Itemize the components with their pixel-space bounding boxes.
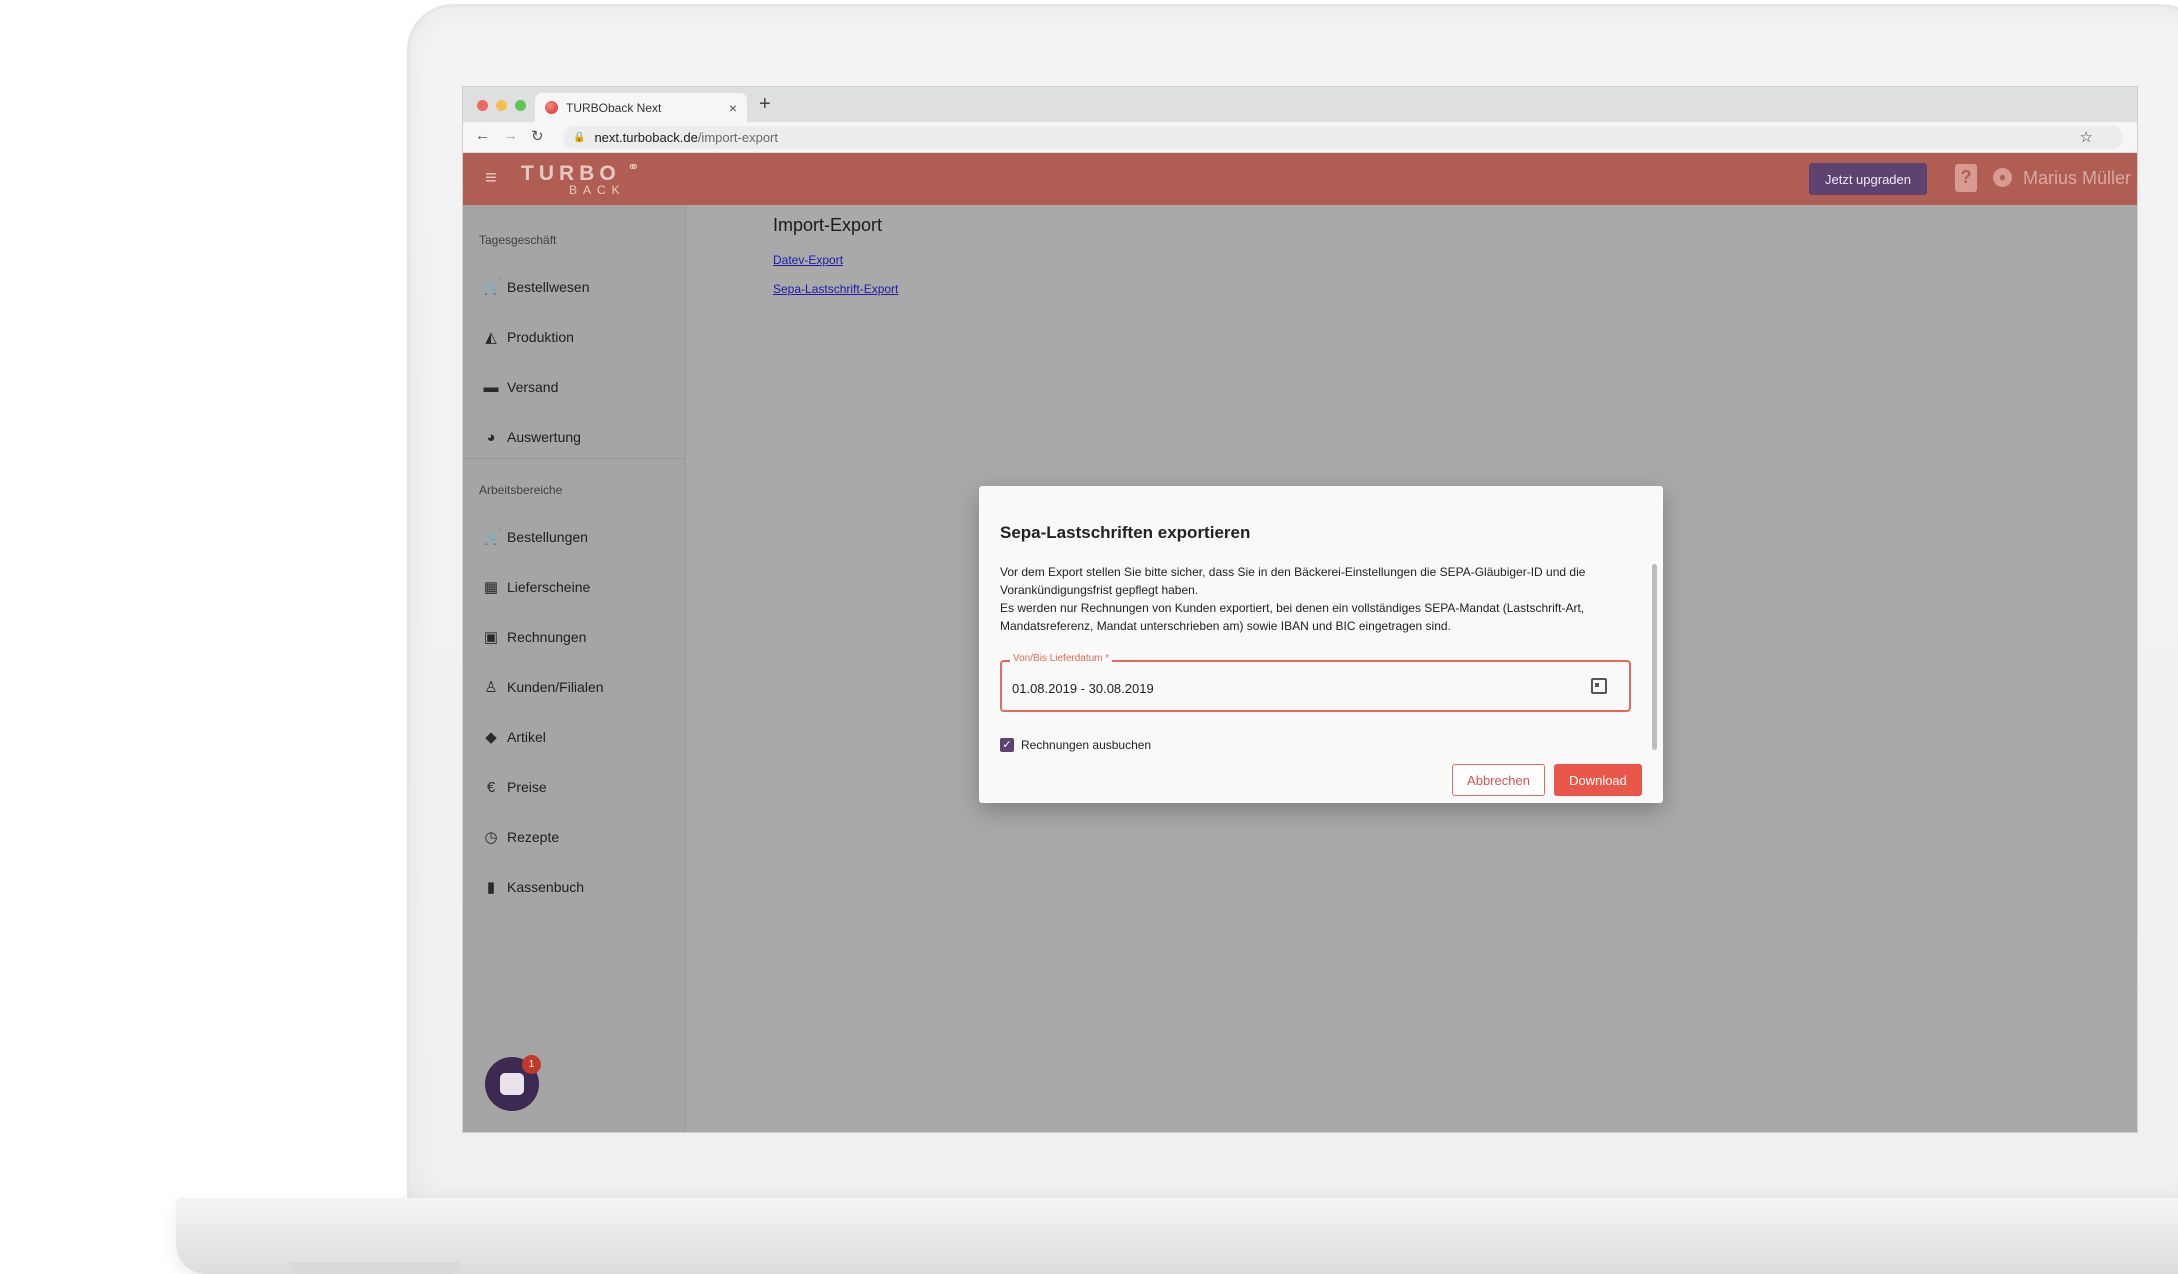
person-icon: ♙ [484, 679, 498, 696]
lock-icon: 🔒 [573, 132, 586, 143]
new-tab-button[interactable]: + [759, 93, 771, 116]
cart-icon: 🛒 [483, 529, 502, 546]
sidebar-item-label: Rezepte [507, 829, 560, 845]
user-name[interactable]: Marius Müller [2023, 168, 2131, 189]
sidebar-item-bestellwesen[interactable]: 🛒 Bestellwesen [483, 276, 590, 298]
browser-tab[interactable]: TURBOback Next × [535, 93, 747, 122]
calendar-icon: ▦ [483, 579, 499, 596]
menu-icon[interactable]: ≡ [485, 167, 497, 190]
tab-close-icon[interactable]: × [729, 100, 737, 116]
dialog-text-2: Es werden nur Rechnungen von Kunden expo… [1000, 601, 1585, 633]
sidebar-item-label: Lieferscheine [507, 579, 591, 595]
bookmark-star-icon[interactable]: ☆ [2080, 128, 2093, 146]
sidebar-item-label: Kassenbuch [507, 879, 585, 895]
stage: TURBOback Next × + ← → ↻ 🔒 next.turbobac… [0, 0, 2178, 1274]
wallet-icon: ▣ [483, 629, 499, 646]
address-toolbar: ← → ↻ 🔒 next.turboback.de/import-export … [463, 122, 2137, 153]
delivery-date-range-field[interactable]: Von/Bis Lieferdatum * 01.08.2019 - 30.08… [1000, 653, 1631, 712]
chat-launcher-button[interactable]: 1 [485, 1055, 541, 1111]
sidebar-item-kassenbuch[interactable]: ▮ Kassenbuch [483, 876, 584, 898]
sidebar-item-label: Bestellwesen [507, 279, 590, 295]
sidebar-item-label: Kunden/Filialen [507, 679, 604, 695]
sidebar-item-label: Artikel [507, 729, 546, 745]
back-arrow-icon[interactable]: ← [475, 127, 490, 144]
date-range-input[interactable]: 01.08.2019 - 30.08.2019 [1012, 681, 1154, 696]
sidebar-item-lieferscheine[interactable]: ▦ Lieferscheine [483, 576, 590, 598]
book-icon: ▮ [486, 879, 496, 896]
sidebar-item-auswertung[interactable]: ◕ Auswertung [483, 426, 581, 448]
dialog-scrollbar[interactable] [1652, 564, 1657, 750]
favicon-icon [545, 101, 558, 114]
pie-chart-icon: ◕ [486, 428, 496, 446]
book-invoices-checkbox[interactable]: ✓ [1000, 738, 1014, 752]
sidebar-item-label: Auswertung [507, 429, 581, 445]
window-controls [477, 100, 526, 111]
url-path: /import-export [697, 130, 779, 145]
close-window-button[interactable] [477, 100, 488, 111]
sidebar-section-label: Arbeitsbereiche [479, 483, 563, 497]
tag-icon: ◆ [485, 729, 497, 746]
upgrade-button[interactable]: Jetzt upgraden [1809, 163, 1927, 195]
field-label: Von/Bis Lieferdatum * [1010, 653, 1113, 664]
sidebar-item-label: Versand [507, 379, 559, 395]
cart-icon: 🛒 [483, 279, 502, 296]
tab-title: TURBOback Next [566, 100, 662, 115]
reload-icon[interactable]: ↻ [531, 127, 544, 145]
clock-icon: ◷ [484, 829, 498, 846]
download-button[interactable]: Download [1554, 764, 1642, 796]
sidebar-item-label: Produktion [507, 329, 574, 345]
sidebar-item-rechnungen[interactable]: ▣ Rechnungen [483, 626, 587, 648]
url-host: next.turboback.de [594, 130, 698, 145]
datev-export-link[interactable]: Datev-Export [773, 253, 843, 267]
help-icon[interactable]: ? [1955, 164, 1977, 192]
euro-icon: € [486, 778, 496, 796]
dialog-description: Vor dem Export stellen Sie bitte sicher,… [1000, 563, 1632, 635]
laptop-base [176, 1198, 2178, 1274]
logo[interactable]: TURBO BACK [521, 162, 626, 197]
sidebar-item-versand[interactable]: ▬ Versand [483, 376, 559, 398]
production-icon: ◭ [485, 329, 497, 346]
app-header: ≡ TURBO BACK ⚭ Jetzt upgraden ? ● Marius… [463, 153, 2137, 205]
sidebar-item-rezepte[interactable]: ◷ Rezepte [483, 826, 559, 848]
logo-text-bottom: BACK [569, 183, 626, 197]
user-avatar-icon[interactable]: ● [1993, 168, 2012, 187]
tab-bar: TURBOback Next × + [463, 87, 2137, 122]
sidebar: Tagesgeschäft 🛒 Bestellwesen ◭ Produktion … [463, 205, 686, 1132]
calendar-icon[interactable] [1591, 678, 1607, 694]
sidebar-item-bestellungen[interactable]: 🛒 Bestellungen [483, 526, 588, 548]
sidebar-item-artikel[interactable]: ◆ Artikel [483, 726, 546, 748]
truck-icon: ▬ [483, 378, 499, 396]
laptop-notch [290, 1262, 460, 1274]
minimize-window-button[interactable] [496, 100, 507, 111]
dialog-title: Sepa-Lastschriften exportieren [1000, 523, 1251, 542]
forward-arrow-icon[interactable]: → [503, 127, 518, 144]
sidebar-item-preise[interactable]: € Preise [483, 776, 547, 798]
chat-icon [500, 1073, 524, 1095]
sepa-export-dialog: Sepa-Lastschriften exportieren Vor dem E… [979, 486, 1663, 803]
browser-window: TURBOback Next × + ← → ↻ 🔒 next.turbobac… [462, 86, 2138, 1133]
sidebar-section-label: Tagesgeschäft [479, 233, 557, 247]
address-bar[interactable]: 🔒 next.turboback.de/import-export ☆ [563, 126, 2123, 149]
sidebar-item-label: Bestellungen [507, 529, 588, 545]
sepa-export-link[interactable]: Sepa-Lastschrift-Export [773, 282, 898, 296]
page-title: Import-Export [773, 215, 883, 235]
sidebar-item-kunden[interactable]: ♙ Kunden/Filialen [483, 676, 604, 698]
sidebar-item-label: Preise [507, 779, 547, 795]
logo-mark-icon: ⚭ [627, 159, 640, 176]
dialog-text-1: Vor dem Export stellen Sie bitte sicher,… [1000, 565, 1586, 597]
checkbox-label[interactable]: Rechnungen ausbuchen [1021, 738, 1151, 752]
maximize-window-button[interactable] [515, 100, 526, 111]
cancel-button[interactable]: Abbrechen [1452, 764, 1545, 796]
sidebar-divider [463, 458, 685, 459]
chat-notification-badge: 1 [522, 1055, 541, 1074]
sidebar-item-produktion[interactable]: ◭ Produktion [483, 326, 574, 348]
sidebar-item-label: Rechnungen [507, 629, 587, 645]
